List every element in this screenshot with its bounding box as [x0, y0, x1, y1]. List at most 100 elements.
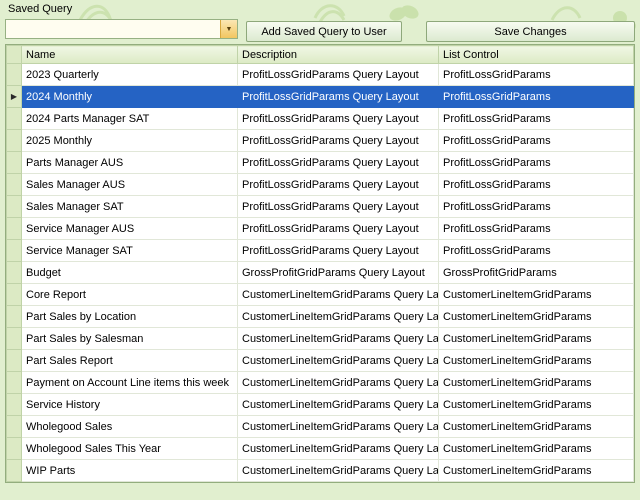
row-indicator: [6, 261, 22, 284]
cell-list-control: CustomerLineItemGridParams: [438, 283, 634, 306]
grid-body: 2023 Quarterly ProfitLossGridParams Query…: [6, 63, 634, 482]
cell-name: Service Manager AUS: [21, 217, 238, 240]
table-row[interactable]: Service History CustomerLineItemGridParam…: [6, 393, 634, 416]
cell-description: ProfitLossGridParams Query Layout: [237, 151, 439, 174]
cell-description: ProfitLossGridParams Query Layout: [237, 195, 439, 218]
table-row[interactable]: WIP Parts CustomerLineItemGridParams Quer…: [6, 459, 634, 482]
table-row[interactable]: Core Report CustomerLineItemGridParams Qu…: [6, 283, 634, 306]
cell-name: Service History: [21, 393, 238, 416]
table-row[interactable]: Service Manager SAT ProfitLossGridParams …: [6, 239, 634, 262]
indicator-header-cell: [6, 45, 22, 64]
table-row[interactable]: Budget GrossProfitGridParams Query Layout…: [6, 261, 634, 284]
cell-name: Wholegood Sales: [21, 415, 238, 438]
cell-list-control: ProfitLossGridParams: [438, 63, 634, 86]
cell-list-control: ProfitLossGridParams: [438, 107, 634, 130]
table-row[interactable]: 2025 Monthly ProfitLossGridParams Query L…: [6, 129, 634, 152]
add-saved-query-button[interactable]: Add Saved Query to User: [246, 21, 402, 42]
row-indicator: [6, 195, 22, 218]
table-row[interactable]: Part Sales by Salesman CustomerLineItemGr…: [6, 327, 634, 350]
cell-description: ProfitLossGridParams Query Layout: [237, 85, 439, 108]
row-indicator: [6, 107, 22, 130]
row-indicator: [6, 371, 22, 394]
cell-name: Core Report: [21, 283, 238, 306]
cell-name: 2024 Monthly: [21, 85, 238, 108]
row-indicator: [6, 437, 22, 460]
row-indicator: [6, 349, 22, 372]
cell-name: Part Sales Report: [21, 349, 238, 372]
chevron-down-icon: ▼: [225, 25, 233, 33]
cell-description: ProfitLossGridParams Query Layout: [237, 129, 439, 152]
cell-description: GrossProfitGridParams Query Layout: [237, 261, 439, 284]
table-row[interactable]: Part Sales by Location CustomerLineItemGr…: [6, 305, 634, 328]
cell-name: Sales Manager SAT: [21, 195, 238, 218]
cell-description: ProfitLossGridParams Query Layout: [237, 217, 439, 240]
row-indicator: [6, 459, 22, 482]
column-header-name[interactable]: Name: [21, 45, 238, 64]
cell-description: CustomerLineItemGridParams Query La...: [237, 393, 439, 416]
cell-list-control: CustomerLineItemGridParams: [438, 349, 634, 372]
cell-list-control: ProfitLossGridParams: [438, 85, 634, 108]
cell-list-control: ProfitLossGridParams: [438, 173, 634, 196]
table-row[interactable]: Sales Manager AUS ProfitLossGridParams Qu…: [6, 173, 634, 196]
row-indicator: [6, 283, 22, 306]
cell-description: CustomerLineItemGridParams Query La...: [237, 415, 439, 438]
cell-list-control: CustomerLineItemGridParams: [438, 415, 634, 438]
cell-list-control: CustomerLineItemGridParams: [438, 393, 634, 416]
save-changes-button[interactable]: Save Changes: [426, 21, 635, 42]
grid-header-row: Name Description List Control: [6, 45, 634, 64]
row-indicator: [6, 327, 22, 350]
cell-name: Parts Manager AUS: [21, 151, 238, 174]
cell-list-control: CustomerLineItemGridParams: [438, 305, 634, 328]
table-row[interactable]: Service Manager AUS ProfitLossGridParams …: [6, 217, 634, 240]
table-row[interactable]: 2023 Quarterly ProfitLossGridParams Query…: [6, 63, 634, 86]
cell-description: ProfitLossGridParams Query Layout: [237, 63, 439, 86]
cell-description: CustomerLineItemGridParams Query La...: [237, 349, 439, 372]
cell-name: Wholegood Sales This Year: [21, 437, 238, 460]
cell-list-control: CustomerLineItemGridParams: [438, 371, 634, 394]
focused-row-arrow-icon: ▶: [6, 85, 22, 108]
cell-description: CustomerLineItemGridParams Query La...: [237, 459, 439, 482]
cell-list-control: GrossProfitGridParams: [438, 261, 634, 284]
row-indicator: [6, 217, 22, 240]
cell-list-control: ProfitLossGridParams: [438, 129, 634, 152]
cell-list-control: ProfitLossGridParams: [438, 195, 634, 218]
saved-query-combo-input[interactable]: [6, 20, 220, 38]
row-indicator: [6, 129, 22, 152]
table-row[interactable]: Wholegood Sales CustomerLineItemGridParam…: [6, 415, 634, 438]
column-header-list-control[interactable]: List Control: [438, 45, 634, 64]
cell-name: 2024 Parts Manager SAT: [21, 107, 238, 130]
table-row[interactable]: Payment on Account Line items this week C…: [6, 371, 634, 394]
cell-list-control: CustomerLineItemGridParams: [438, 327, 634, 350]
cell-description: CustomerLineItemGridParams Query La...: [237, 305, 439, 328]
cell-name: Service Manager SAT: [21, 239, 238, 262]
cell-name: Part Sales by Salesman: [21, 327, 238, 350]
cell-list-control: CustomerLineItemGridParams: [438, 437, 634, 460]
table-row[interactable]: Sales Manager SAT ProfitLossGridParams Qu…: [6, 195, 634, 218]
row-indicator: [6, 305, 22, 328]
column-header-description[interactable]: Description: [237, 45, 439, 64]
cell-description: CustomerLineItemGridParams Query La...: [237, 283, 439, 306]
cell-name: Payment on Account Line items this week: [21, 371, 238, 394]
cell-name: Part Sales by Location: [21, 305, 238, 328]
saved-query-combo[interactable]: ▼: [5, 19, 238, 39]
cell-list-control: ProfitLossGridParams: [438, 239, 634, 262]
table-row[interactable]: Parts Manager AUS ProfitLossGridParams Qu…: [6, 151, 634, 174]
combo-dropdown-button[interactable]: ▼: [220, 20, 237, 38]
cell-description: CustomerLineItemGridParams Query La...: [237, 327, 439, 350]
cell-name: WIP Parts: [21, 459, 238, 482]
row-indicator: [6, 415, 22, 438]
cell-description: ProfitLossGridParams Query Layout: [237, 173, 439, 196]
cell-list-control: ProfitLossGridParams: [438, 217, 634, 240]
row-indicator: [6, 239, 22, 262]
cell-description: CustomerLineItemGridParams Query La...: [237, 437, 439, 460]
cell-description: ProfitLossGridParams Query Layout: [237, 107, 439, 130]
row-indicator: [6, 393, 22, 416]
table-row[interactable]: ▶ 2024 Monthly ProfitLossGridParams Query …: [6, 85, 634, 108]
table-row[interactable]: 2024 Parts Manager SAT ProfitLossGridPara…: [6, 107, 634, 130]
table-row[interactable]: Wholegood Sales This Year CustomerLineIte…: [6, 437, 634, 460]
cell-name: Budget: [21, 261, 238, 284]
table-row[interactable]: Part Sales Report CustomerLineItemGridPar…: [6, 349, 634, 372]
cell-name: 2025 Monthly: [21, 129, 238, 152]
cell-list-control: ProfitLossGridParams: [438, 151, 634, 174]
row-indicator: [6, 151, 22, 174]
